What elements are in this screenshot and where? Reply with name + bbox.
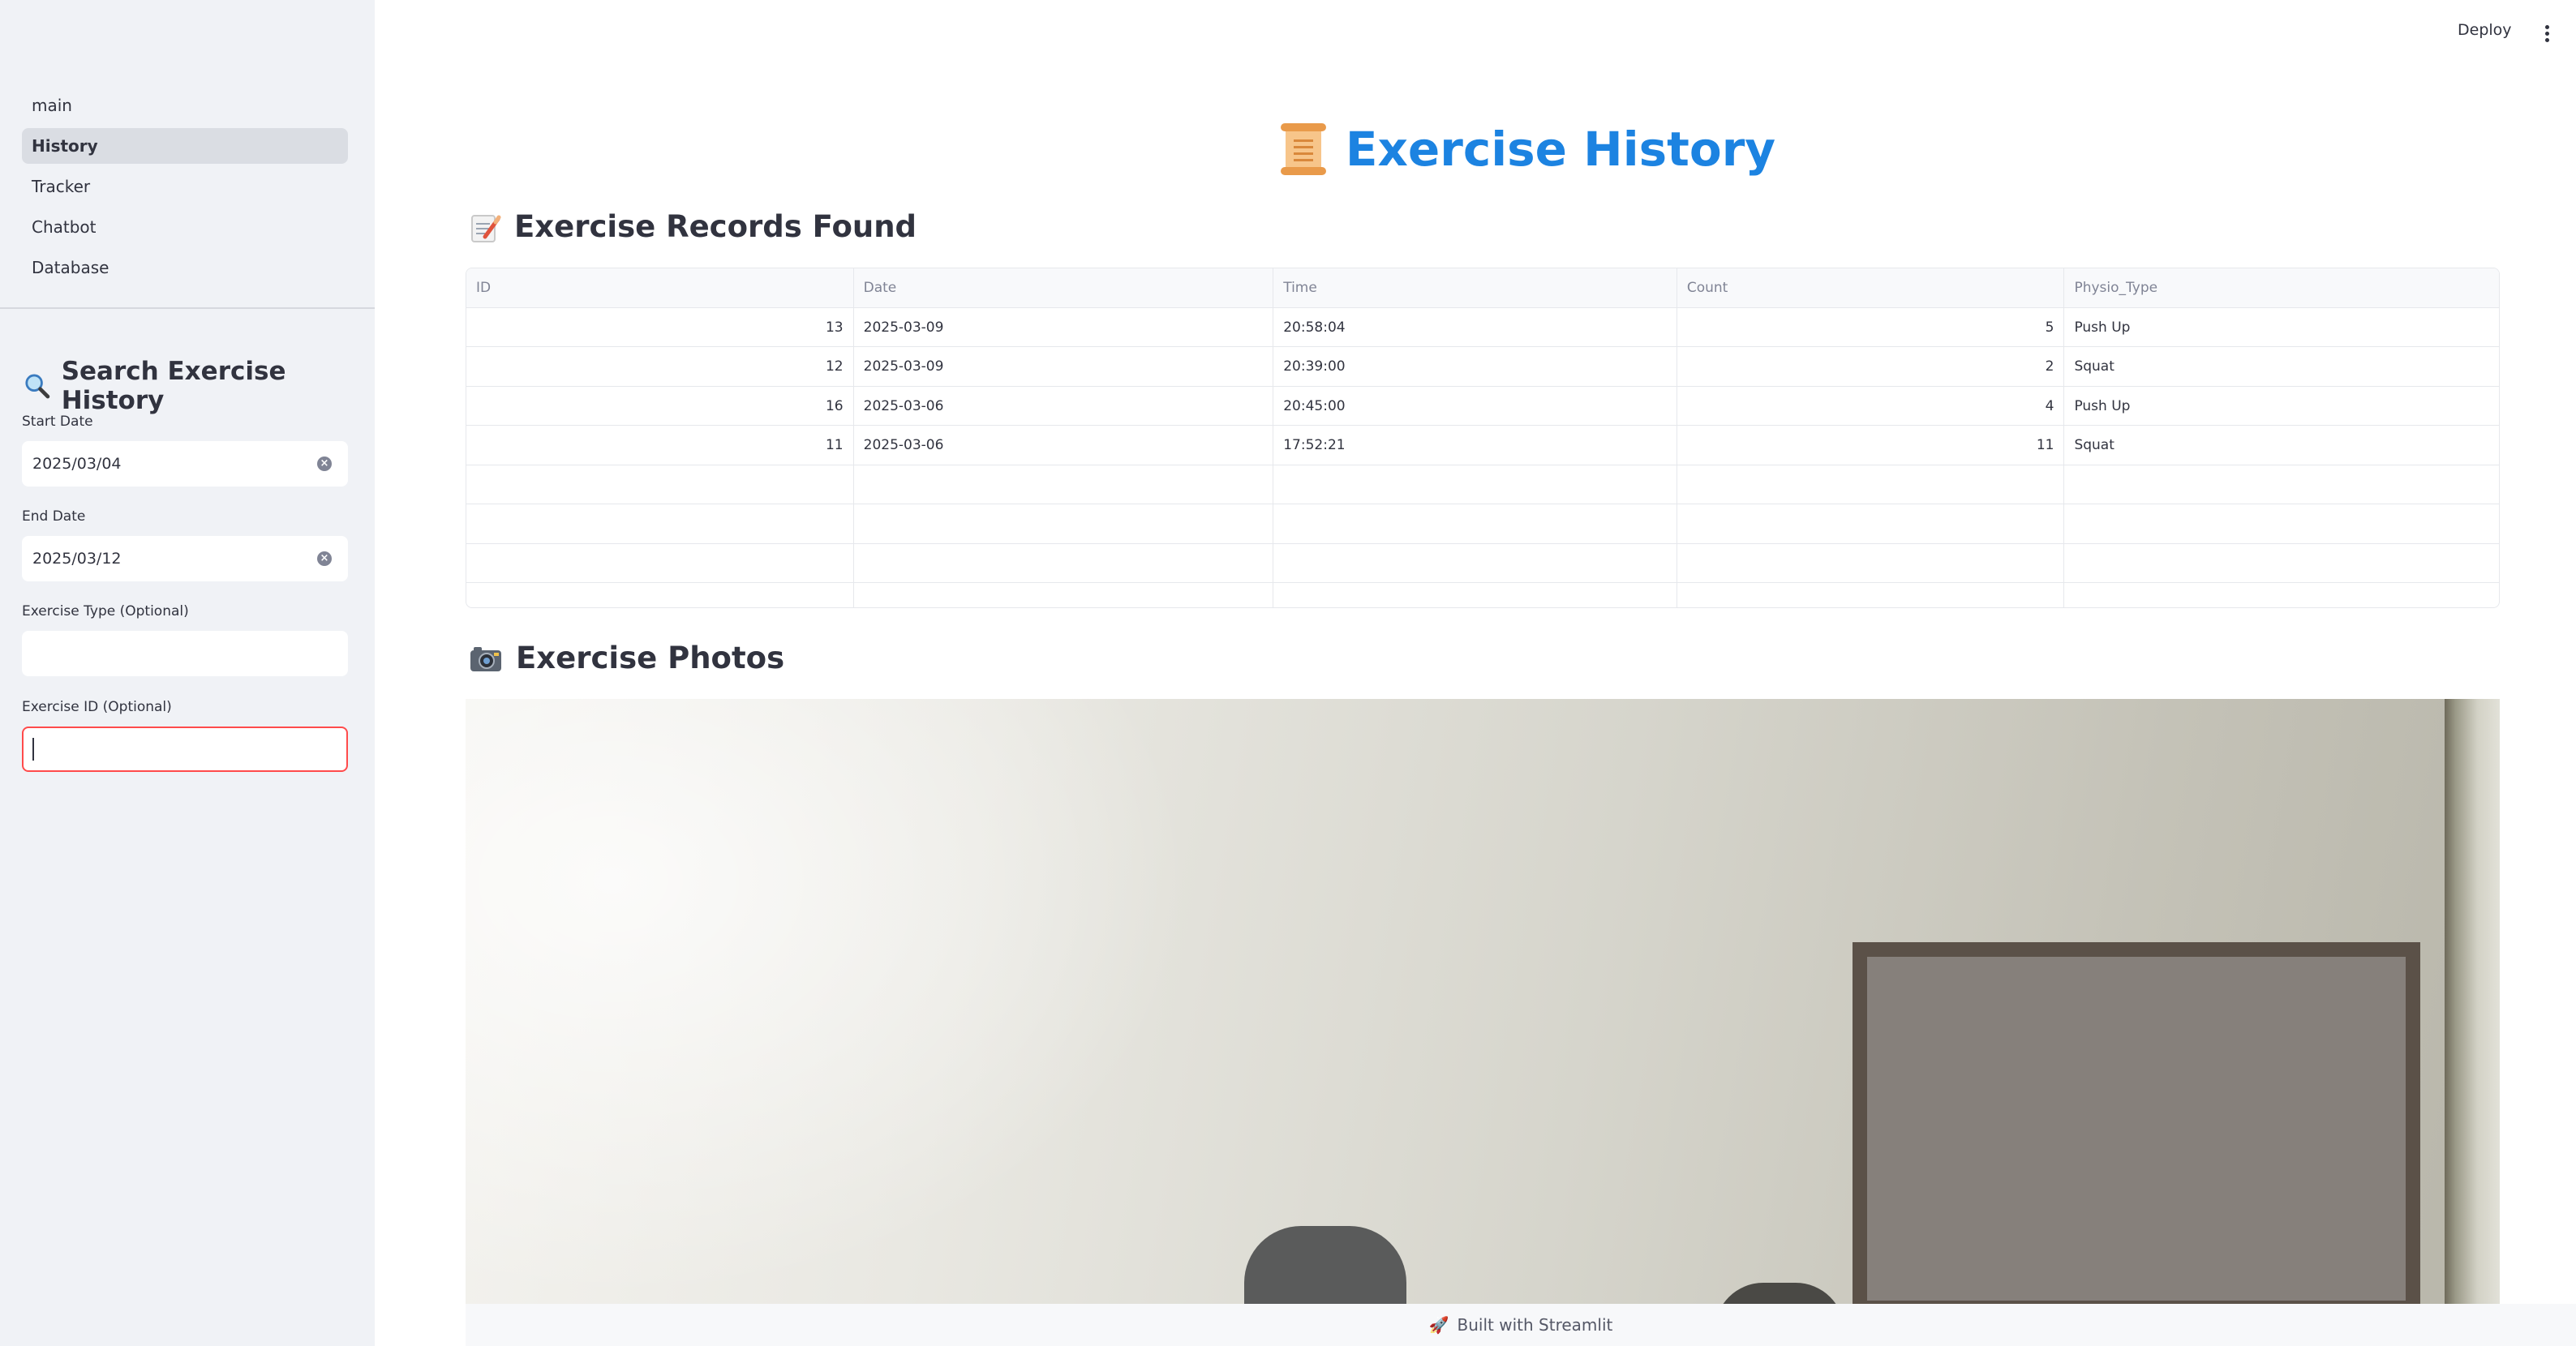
table-cell[interactable]: 5 xyxy=(1677,307,2065,346)
sidebar-nav: main History Tracker Chatbot Database xyxy=(22,88,348,290)
table-empty-row xyxy=(466,465,2499,504)
table-cell[interactable]: 13 xyxy=(466,307,854,346)
table-empty-row xyxy=(466,583,2499,607)
exercise-photo xyxy=(466,699,2500,1304)
table-cell[interactable]: 11 xyxy=(466,426,854,465)
photos-heading-text: Exercise Photos xyxy=(516,641,785,675)
column-header[interactable]: ID xyxy=(466,268,854,307)
table-cell[interactable]: Squat xyxy=(2064,347,2499,386)
table-cell[interactable]: 2 xyxy=(1677,347,2065,386)
table-cell[interactable]: 2025-03-06 xyxy=(854,426,1274,465)
photos-heading: Exercise Photos xyxy=(469,641,784,675)
table-cell[interactable]: 20:39:00 xyxy=(1273,347,1677,386)
column-header[interactable]: Date xyxy=(854,268,1274,307)
sidebar-item-main[interactable]: main xyxy=(22,88,348,123)
deploy-button[interactable]: Deploy xyxy=(2458,21,2512,39)
table-cell[interactable]: Push Up xyxy=(2064,308,2499,347)
exercise-type-input[interactable] xyxy=(22,631,348,676)
table-cell[interactable]: 2025-03-09 xyxy=(854,307,1274,346)
end-date-input[interactable]: 2025/03/12 × xyxy=(22,536,348,581)
records-heading: Exercise Records Found xyxy=(469,209,917,244)
column-header[interactable]: Physio_Type xyxy=(2064,268,2499,307)
start-date-input[interactable]: 2025/03/04 × xyxy=(22,441,348,487)
footer-text[interactable]: Built with Streamlit xyxy=(1458,1315,1613,1335)
table-row[interactable]: 12 2025-03-09 20:39:00 2 Squat xyxy=(466,347,2499,387)
clear-end-date-icon[interactable]: × xyxy=(317,551,332,566)
table-cell[interactable]: 11 xyxy=(1677,426,2065,465)
column-header[interactable]: Count xyxy=(1677,268,2065,307)
table-row[interactable]: 16 2025-03-06 20:45:00 4 Push Up xyxy=(466,386,2499,426)
sidebar: main History Tracker Chatbot Database Se… xyxy=(0,0,375,1346)
text-caret xyxy=(32,738,34,761)
table-cell[interactable]: 20:45:00 xyxy=(1273,386,1677,425)
rocket-icon: 🚀 xyxy=(1428,1315,1449,1335)
end-date-label: End Date xyxy=(22,508,86,525)
exercise-id-label: Exercise ID (Optional) xyxy=(22,699,172,715)
sidebar-divider xyxy=(0,307,375,309)
table-row[interactable]: 13 2025-03-09 20:58:04 5 Push Up xyxy=(466,307,2499,347)
table-empty-row xyxy=(466,543,2499,583)
table-row[interactable]: 11 2025-03-06 17:52:21 11 Squat xyxy=(466,426,2499,465)
table-cell[interactable]: 16 xyxy=(466,386,854,425)
footer: 🚀 Built with Streamlit xyxy=(466,1304,2576,1346)
exercise-id-input[interactable] xyxy=(22,727,348,772)
table-empty-row xyxy=(466,504,2499,544)
column-header[interactable]: Time xyxy=(1273,268,1677,307)
start-date-label: Start Date xyxy=(22,414,93,430)
table-cell[interactable]: 17:52:21 xyxy=(1273,426,1677,465)
start-date-value: 2025/03/04 xyxy=(32,455,122,473)
table-header-row: ID Date Time Count Physio_Type xyxy=(466,268,2499,308)
search-heading: Search Exercise History xyxy=(24,357,375,415)
magnifier-icon xyxy=(25,374,50,399)
camera-icon xyxy=(470,646,501,671)
sidebar-item-database[interactable]: Database xyxy=(22,250,348,285)
records-table[interactable]: ID Date Time Count Physio_Type 13 2025-0… xyxy=(466,268,2500,608)
table-cell[interactable]: Push Up xyxy=(2064,387,2499,426)
search-heading-text: Search Exercise History xyxy=(61,357,286,415)
sidebar-item-chatbot[interactable]: Chatbot xyxy=(22,209,348,245)
table-cell[interactable]: 20:58:04 xyxy=(1273,307,1677,346)
memo-icon xyxy=(471,214,501,242)
scroll-icon xyxy=(1279,123,1328,175)
main-menu-icon[interactable] xyxy=(2537,21,2557,45)
exercise-type-label: Exercise Type (Optional) xyxy=(22,603,189,619)
table-cell[interactable]: 12 xyxy=(466,347,854,386)
clear-start-date-icon[interactable]: × xyxy=(317,457,332,471)
page-title-text: Exercise History xyxy=(1345,122,1776,177)
table-cell[interactable]: Squat xyxy=(2064,426,2499,465)
page-title: Exercise History xyxy=(0,122,2576,177)
table-cell[interactable]: 4 xyxy=(1677,386,2065,425)
end-date-value: 2025/03/12 xyxy=(32,550,122,568)
records-heading-text: Exercise Records Found xyxy=(514,209,917,244)
table-cell[interactable]: 2025-03-09 xyxy=(854,347,1274,386)
table-cell[interactable]: 2025-03-06 xyxy=(854,386,1274,425)
